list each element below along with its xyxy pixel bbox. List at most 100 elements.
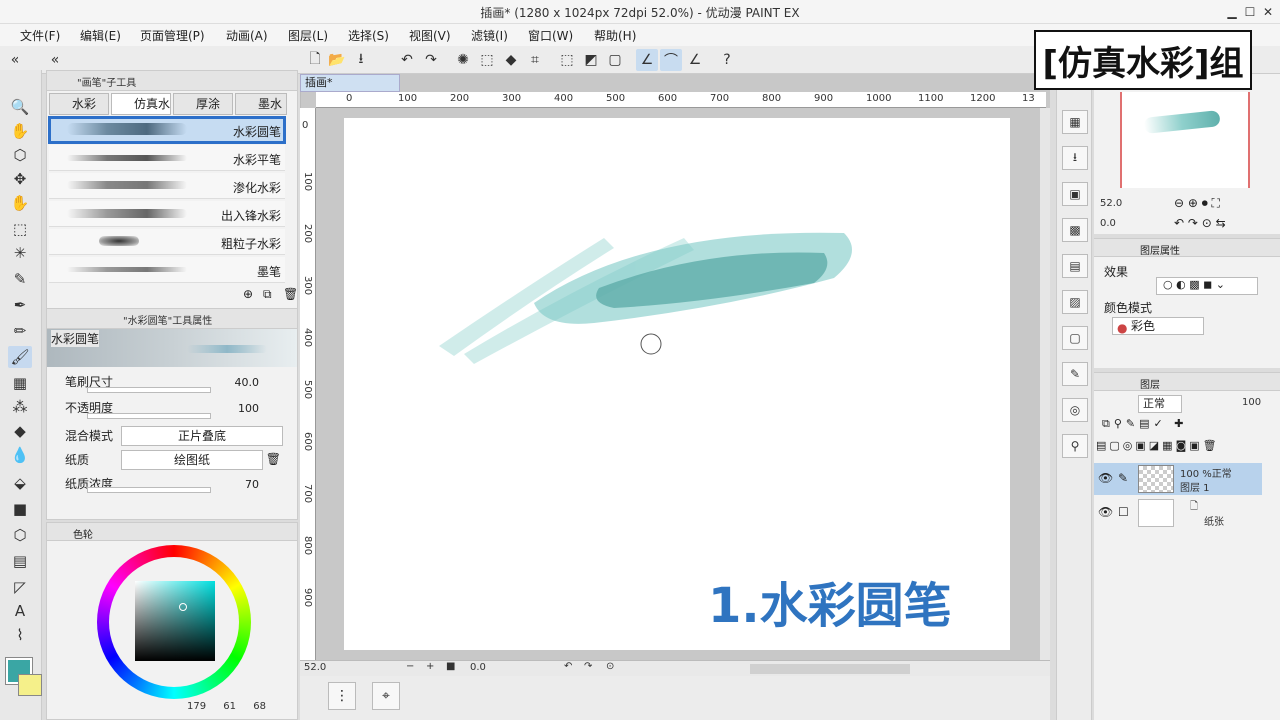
help-icon[interactable]: ? (716, 49, 738, 71)
material-icon[interactable]: ▦ (1062, 110, 1088, 134)
decoration-tool-icon[interactable]: ⁂ (8, 396, 32, 418)
redo-icon[interactable]: ↷ (420, 49, 442, 71)
eyedropper-tool-icon[interactable]: ✎ (8, 268, 32, 290)
balloon-tool-icon[interactable]: ⌇ (8, 624, 32, 646)
eraser-tool-icon[interactable]: ◆ (8, 420, 32, 442)
menu-file[interactable]: 文件(F) (20, 27, 60, 44)
brush-tool-icon[interactable]: 🖌 (8, 346, 32, 368)
snap-grid-icon[interactable]: ∠ (684, 49, 706, 71)
menu-animation[interactable]: 动画(A) (226, 27, 268, 44)
layer-search-icon[interactable]: ▣ (1062, 182, 1088, 206)
selection-tool-icon[interactable]: ⬚ (8, 218, 32, 240)
layer-tool-row-1[interactable]: ⧉⚲✎▤✓ ✚ (1102, 417, 1187, 431)
vertical-scrollbar[interactable] (1040, 108, 1050, 660)
pen-tool-icon[interactable]: ✒ (8, 294, 32, 316)
copy-subtool-icon[interactable]: ⧉ (263, 287, 272, 302)
menu-page[interactable]: 页面管理(P) (140, 27, 205, 44)
paper-texture-select[interactable]: 绘图纸 (121, 450, 263, 470)
maximize-button[interactable]: ☐ (1240, 2, 1260, 22)
zoom-tool-icon[interactable]: 🔍 (8, 96, 32, 118)
rotate-right-icon[interactable]: ↷ (584, 661, 592, 672)
snap-ruler-icon[interactable]: ∠ (636, 49, 658, 71)
brush-item[interactable]: 水彩平笔 (49, 145, 285, 171)
zoom-out-icon[interactable]: − (406, 661, 414, 672)
tab-layers[interactable]: 图层 (1140, 376, 1160, 391)
open-file-icon[interactable]: 📂 (326, 49, 348, 71)
saturation-value-square[interactable] (135, 581, 215, 661)
object-tool-icon[interactable]: ⬡ (8, 144, 32, 166)
brush-size-row[interactable]: 笔刷尺寸 40.0 (49, 371, 285, 395)
layer-row[interactable]: 👁 ☐ 🗋 纸张 (1094, 497, 1262, 529)
paper-texture-row[interactable]: 纸质 绘图纸 🗑 (49, 449, 285, 473)
tab-ink[interactable]: 墨水 (235, 93, 287, 115)
tab-watercolor[interactable]: 水彩 (49, 93, 109, 115)
navigator-thumbnail[interactable] (1120, 92, 1250, 188)
reset-rotation-icon[interactable]: ⊙ (606, 661, 614, 672)
save-icon[interactable]: ⭳ (350, 49, 372, 71)
fill-tool-icon[interactable]: ⬙ (8, 472, 32, 494)
selection-border-icon[interactable]: ▢ (604, 49, 626, 71)
menu-select[interactable]: 选择(S) (348, 27, 389, 44)
menu-layer[interactable]: 图层(L) (288, 27, 328, 44)
tab-real-watercolor[interactable]: 仿真水 (111, 93, 171, 115)
figure-tool-icon[interactable]: ⬡ (8, 524, 32, 546)
tab-color-wheel[interactable]: 色轮 (73, 526, 93, 541)
document-tab[interactable]: 插画* (300, 74, 400, 92)
hand2-tool-icon[interactable]: ✋ (8, 192, 32, 214)
hand-tool-icon[interactable]: ✋ (8, 120, 32, 142)
navigator-icon[interactable]: ⌖ (372, 682, 400, 710)
opacity-slider[interactable] (87, 413, 211, 419)
layer-blend-select[interactable]: 正常 (1138, 395, 1182, 413)
collapse-left-icon[interactable]: « (4, 49, 26, 71)
rotate-left-icon[interactable]: ↶ (564, 661, 572, 672)
texture-density-slider[interactable] (87, 487, 211, 493)
undo-icon[interactable]: ↶ (396, 49, 418, 71)
brush-size-slider[interactable] (87, 387, 211, 393)
manga-material-icon[interactable]: ▨ (1062, 290, 1088, 314)
brush-item[interactable]: 水彩圆笔 (48, 116, 286, 144)
add-subtool-icon[interactable]: ⊕ (243, 287, 253, 301)
collapse-left-2-icon[interactable]: « (44, 49, 66, 71)
camera-icon[interactable]: ◎ (1062, 398, 1088, 422)
checkbox-icon[interactable]: ☐ (1118, 505, 1129, 519)
brush-item[interactable]: 粗粒子水彩 (49, 229, 285, 255)
move-tool-icon[interactable]: ✥ (8, 168, 32, 190)
brush-item[interactable]: 墨笔 (49, 257, 285, 283)
zoom-in-icon[interactable]: + (426, 661, 434, 672)
blend-mode-row[interactable]: 混合模式 正片叠底 (49, 425, 285, 449)
fit-icon[interactable]: ■ (446, 661, 455, 672)
clear-icon[interactable]: ⬚ (476, 49, 498, 71)
snap-special-ruler-icon[interactable]: ⌒ (660, 49, 682, 71)
effect-buttons[interactable]: ○ ◐ ▩ ◼ ⌄ (1156, 277, 1258, 295)
sub-color-swatch[interactable] (18, 674, 42, 696)
transform-icon[interactable]: ⌗ (524, 49, 546, 71)
edit-material-icon[interactable]: ✎ (1062, 362, 1088, 386)
brush-item[interactable]: 渗化水彩 (49, 173, 285, 199)
close-button[interactable]: ✕ (1258, 2, 1278, 22)
menu-help[interactable]: 帮助(H) (594, 27, 636, 44)
delete-subtool-icon[interactable]: 🗑 (283, 287, 298, 301)
menu-window[interactable]: 窗口(W) (528, 27, 573, 44)
blend-mode-select[interactable]: 正片叠底 (121, 426, 283, 446)
tab-thick-paint[interactable]: 厚涂 (173, 93, 233, 115)
layer-tool-row-2[interactable]: ▤▢◎▣◪▦◙▣🗑 (1096, 439, 1220, 452)
airbrush-tool-icon[interactable]: ▦ (8, 372, 32, 394)
timeline-icon[interactable]: ⋮ (328, 682, 356, 710)
frame-material-icon[interactable]: ▢ (1062, 326, 1088, 350)
opacity-row[interactable]: 不透明度 100 (49, 397, 285, 421)
figure-icon[interactable]: ⚲ (1062, 434, 1088, 458)
navigator-zoom-controls[interactable]: ⊖ ⊕ ⏺ ⛶ (1174, 196, 1220, 211)
pattern-icon[interactable]: ▩ (1062, 218, 1088, 242)
new-file-icon[interactable]: 🗋 (304, 49, 326, 71)
invert-selection-icon[interactable]: ◩ (580, 49, 602, 71)
blend-tool-icon[interactable]: 💧 (8, 444, 32, 466)
gradient-tool-icon[interactable]: ■ (8, 498, 32, 520)
navigator-rotate-controls[interactable]: ↶ ↷ ⊙ ⇆ (1174, 216, 1226, 230)
brush-item[interactable]: 出入锋水彩 (49, 201, 285, 227)
horizontal-scrollbar-thumb[interactable] (750, 664, 910, 674)
tab-layer-property[interactable]: 图层属性 (1140, 242, 1180, 257)
color-mode-select[interactable]: ● 彩色 (1112, 317, 1204, 335)
texture-density-row[interactable]: 纸质浓度 70 (49, 473, 285, 497)
download-icon[interactable]: ⭳ (1062, 146, 1088, 170)
menu-filter[interactable]: 滤镜(I) (471, 27, 508, 44)
